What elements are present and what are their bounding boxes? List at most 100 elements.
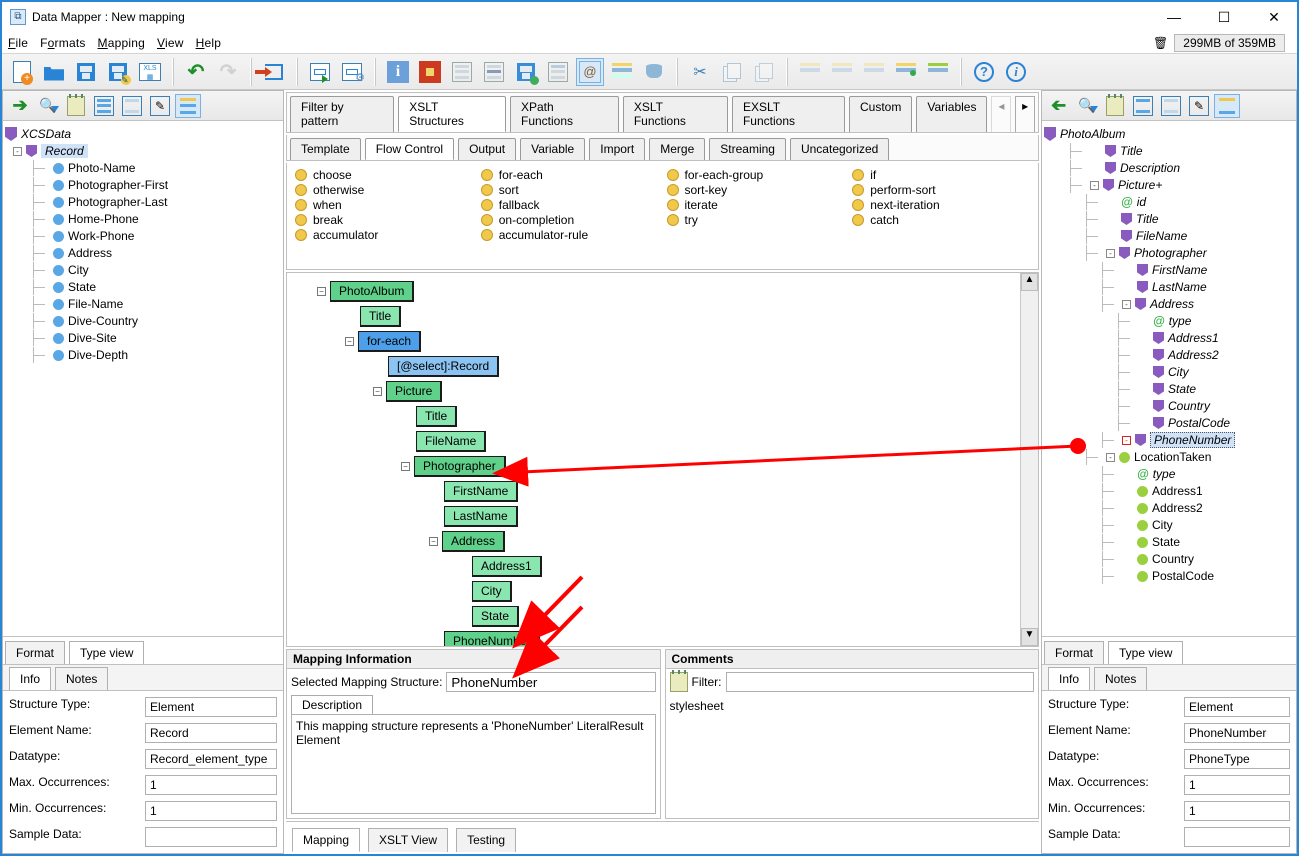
rows5-button[interactable] [924, 58, 952, 86]
tab-custom[interactable]: Custom [849, 96, 912, 132]
tab-exslt-functions[interactable]: EXSLT Functions [732, 96, 845, 132]
rows2-button[interactable] [828, 58, 856, 86]
subtab-output[interactable]: Output [458, 138, 516, 160]
active-filter-button[interactable] [175, 94, 201, 118]
run-map-button[interactable] [306, 58, 334, 86]
tree-dive-country[interactable]: Dive-Country [5, 313, 281, 329]
description-tab[interactable]: Description [291, 695, 373, 714]
subtab-uncategorized[interactable]: Uncategorized [790, 138, 889, 160]
copy-button[interactable] [718, 58, 746, 86]
menu-view[interactable]: View [157, 36, 184, 50]
tree-file-name[interactable]: File-Name [5, 296, 281, 312]
exit-button[interactable] [260, 58, 288, 86]
trash-icon[interactable]: 🗑 [1153, 36, 1168, 50]
palette-accumulator[interactable]: accumulator [295, 228, 473, 242]
map-node-phonenumber[interactable]: PhoneNumber [429, 629, 1008, 647]
tree-photographer[interactable]: - Photographer [1044, 245, 1294, 261]
tree-city[interactable]: City [5, 262, 281, 278]
tree-state[interactable]: State [1044, 534, 1294, 550]
tree-address2[interactable]: Address2 [1044, 347, 1294, 363]
striped1-button[interactable] [448, 58, 476, 86]
sample-input[interactable] [1184, 827, 1290, 847]
tree-state[interactable]: State [1044, 381, 1294, 397]
subtab-streaming[interactable]: Streaming [709, 138, 786, 160]
rows1-button[interactable] [796, 58, 824, 86]
map-node-for-each[interactable]: −for-each [345, 329, 1008, 354]
notes-tab[interactable]: Notes [55, 667, 108, 690]
maxocc-input[interactable] [145, 775, 277, 795]
left-tree[interactable]: XCSData- Record Photo-Name Photographer-… [3, 121, 283, 636]
export-xls-button[interactable]: XLS▦ [136, 58, 164, 86]
sample-input[interactable] [145, 827, 277, 847]
tree-address2[interactable]: Address2 [1044, 500, 1294, 516]
map-out-button[interactable]: ➔ [1046, 94, 1072, 118]
map-node-picture[interactable]: −Picture [373, 379, 1008, 404]
palette-on-completion[interactable]: on-completion [481, 213, 659, 227]
filter-input[interactable] [726, 672, 1035, 692]
toggle-icon[interactable]: - [1122, 436, 1131, 445]
tree-record[interactable]: - Record [5, 143, 281, 159]
panels-button[interactable] [608, 58, 636, 86]
config-map-button[interactable]: ⚙ [338, 58, 366, 86]
tab-xpath-functions[interactable]: XPath Functions [510, 96, 619, 132]
tab-variables[interactable]: Variables [916, 96, 987, 132]
open-button[interactable] [40, 58, 68, 86]
palette-choose[interactable]: choose [295, 168, 473, 182]
redo-button[interactable]: ↷ [214, 58, 242, 86]
tree-city[interactable]: City [1044, 364, 1294, 380]
list1-button[interactable] [1130, 94, 1156, 118]
red-view-button[interactable] [416, 58, 444, 86]
list1-button[interactable] [91, 94, 117, 118]
structure-type-input[interactable] [1184, 697, 1290, 717]
format-tab[interactable]: Format [5, 641, 65, 664]
map-in-button[interactable]: ➔ [7, 94, 33, 118]
tree-dive-site[interactable]: Dive-Site [5, 330, 281, 346]
save-button[interactable] [72, 58, 100, 86]
rows4-button[interactable] [892, 58, 920, 86]
at-view-button[interactable]: @ [576, 58, 604, 86]
subtab-variable[interactable]: Variable [520, 138, 585, 160]
tree-state[interactable]: State [5, 279, 281, 295]
map-node-photoalbum[interactable]: −PhotoAlbum [317, 279, 1008, 304]
note-button[interactable] [63, 94, 89, 118]
tree-title[interactable]: Title [1044, 211, 1294, 227]
subtab-flow-control[interactable]: Flow Control [365, 138, 454, 160]
tree-photo-name[interactable]: Photo-Name [5, 160, 281, 176]
tree-type[interactable]: @ type [1044, 313, 1294, 329]
palette-for-each-group[interactable]: for-each-group [667, 168, 845, 182]
toggle-icon[interactable]: − [345, 337, 354, 346]
tree-locationtaken[interactable]: - LocationTaken [1044, 449, 1294, 465]
structure-type-input[interactable] [145, 697, 277, 717]
palette-break[interactable]: break [295, 213, 473, 227]
map-node-firstname[interactable]: FirstName [429, 479, 1008, 504]
map-node-title[interactable]: Title [345, 304, 1008, 329]
find-button[interactable]: 🔍 [35, 94, 61, 118]
minocc-input[interactable] [145, 801, 277, 821]
rows3-button[interactable] [860, 58, 888, 86]
tabs-scroll-right[interactable]: ▸ [1015, 96, 1035, 132]
bottom-tab-testing[interactable]: Testing [456, 828, 516, 852]
tree-picture-[interactable]: - Picture+ [1044, 177, 1294, 193]
toggle-icon[interactable]: - [1122, 300, 1131, 309]
palette-if[interactable]: if [852, 168, 1030, 182]
tree-firstname[interactable]: FirstName [1044, 262, 1294, 278]
tree-dive-depth[interactable]: Dive-Depth [5, 347, 281, 363]
minocc-input[interactable] [1184, 801, 1290, 821]
tree-city[interactable]: City [1044, 517, 1294, 533]
tree-postalcode[interactable]: PostalCode [1044, 568, 1294, 584]
maxocc-input[interactable] [1184, 775, 1290, 795]
map-node-photographer[interactable]: −Photographer [401, 454, 1008, 479]
tree-address[interactable]: - Address [1044, 296, 1294, 312]
typeview-tab[interactable]: Type view [1108, 641, 1183, 664]
tree-root[interactable]: XCSData [5, 126, 281, 142]
subtab-import[interactable]: Import [589, 138, 645, 160]
palette-catch[interactable]: catch [852, 213, 1030, 227]
menu-formats[interactable]: Formats [40, 36, 85, 50]
map-node-address[interactable]: −Address [429, 529, 1008, 554]
element-name-input[interactable] [1184, 723, 1290, 743]
save-view-button[interactable] [512, 58, 540, 86]
palette-sort[interactable]: sort [481, 183, 659, 197]
palette-fallback[interactable]: fallback [481, 198, 659, 212]
menu-help[interactable]: Help [196, 36, 222, 50]
strip-open-button[interactable] [544, 58, 572, 86]
